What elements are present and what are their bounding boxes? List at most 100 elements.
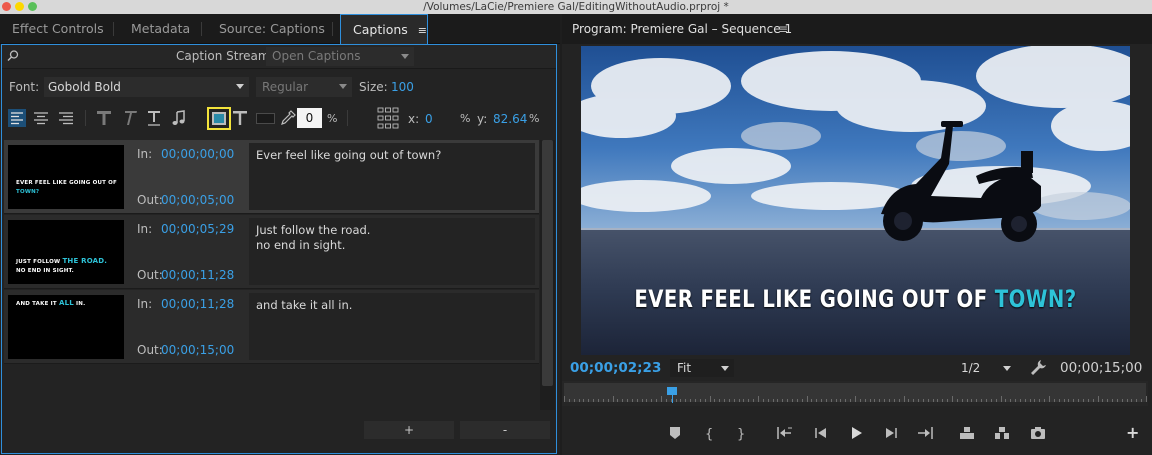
caption-item[interactable]: AND TAKE IT ALL IN. In: 00;00;11;28 Out:… (4, 290, 539, 364)
ruler-tick (937, 399, 939, 402)
caption-stream-select[interactable]: Open Captions (266, 47, 414, 66)
background-color-button[interactable] (207, 107, 231, 130)
step-forward-icon[interactable] (882, 424, 900, 442)
ruler-tick (995, 399, 997, 402)
go-to-out-icon[interactable] (916, 424, 934, 442)
ruler-tick (1039, 399, 1041, 402)
add-caption-button[interactable]: + (364, 421, 454, 439)
ruler-tick (1073, 399, 1075, 402)
font-style-select[interactable]: Regular (256, 77, 352, 97)
program-monitor: Program: Premiere Gal – Sequence 1 ≡ EVE… (562, 14, 1152, 455)
align-left-icon[interactable] (8, 109, 26, 127)
tab-captions[interactable]: Captions ≡ (340, 14, 428, 44)
minimize-window-button[interactable] (15, 2, 24, 11)
ruler-tick (1049, 396, 1050, 402)
playhead[interactable] (667, 387, 678, 395)
resolution-select[interactable]: 1/2 (954, 359, 1016, 377)
ruler-tick (685, 399, 687, 402)
svg-text:{: { (705, 427, 713, 442)
ruler-tick (583, 399, 585, 402)
font-family-select[interactable]: Gobold Bold (44, 77, 249, 97)
extract-icon[interactable] (993, 424, 1011, 442)
mark-out-icon[interactable]: } (732, 424, 750, 442)
tab-source-captions[interactable]: Source: Captions (219, 14, 325, 44)
in-timecode[interactable]: 00;00;05;29 (161, 222, 234, 236)
position-grid-icon[interactable] (377, 107, 399, 129)
caption-item[interactable]: JUST FOLLOW THE ROAD. NO END IN SIGHT. I… (4, 215, 539, 289)
ruler-tick (636, 399, 638, 402)
caption-list-scrollbar[interactable] (540, 140, 555, 410)
bold-icon[interactable] (95, 109, 113, 127)
ruler-tick (879, 399, 881, 402)
ruler-tick (796, 399, 798, 402)
music-note-icon[interactable] (170, 109, 188, 127)
chevron-down-icon (339, 84, 347, 89)
program-monitor-title[interactable]: Program: Premiere Gal – Sequence 1 (572, 22, 792, 36)
lift-icon[interactable] (958, 424, 976, 442)
step-back-icon[interactable] (812, 424, 830, 442)
ruler-tick (845, 399, 847, 402)
ruler-tick (699, 399, 701, 402)
caption-stream-label: Caption Stream: (176, 49, 274, 63)
caption-item[interactable]: EVER FEEL LIKE GOING OUT OF TOWN? In: 00… (4, 140, 539, 214)
opacity-input[interactable]: 0 (297, 108, 322, 128)
caption-text-field[interactable]: and take it all in. (249, 293, 535, 360)
ruler-tick (1116, 399, 1118, 402)
camera-icon[interactable] (1029, 424, 1047, 442)
add-button[interactable]: + (1126, 423, 1139, 442)
zoom-window-button[interactable] (28, 2, 37, 11)
close-window-button[interactable] (2, 2, 11, 11)
eyedropper-icon[interactable] (279, 109, 297, 127)
align-center-icon[interactable] (32, 109, 50, 127)
scrollbar-thumb[interactable] (542, 140, 553, 386)
ruler-tick (1024, 399, 1026, 402)
window-title: /Volumes/LaCie/Premiere Gal/EditingWitho… (423, 1, 729, 13)
x-position-value[interactable]: 0 (425, 112, 433, 126)
caption-list: EVER FEEL LIKE GOING OUT OF TOWN? In: 00… (4, 140, 539, 405)
caption-text-field[interactable]: Ever feel like going out of town? (249, 143, 535, 210)
tab-effect-controls[interactable]: Effect Controls (12, 14, 104, 44)
caption-stream-value: Open Captions (272, 49, 361, 63)
font-size-value[interactable]: 100 (391, 80, 414, 94)
zoom-select[interactable]: Fit (670, 359, 734, 377)
align-right-icon[interactable] (57, 109, 75, 127)
go-to-in-icon[interactable] (776, 424, 794, 442)
video-frame[interactable]: EVER FEEL LIKE GOING OUT OF TOWN? (581, 46, 1130, 355)
time-ruler[interactable] (564, 383, 1147, 402)
current-timecode[interactable]: 00;00;02;23 (570, 360, 661, 376)
x-percent-label: % (460, 112, 471, 125)
chevron-down-icon (401, 54, 409, 59)
ruler-tick (1102, 399, 1104, 402)
y-position-value[interactable]: 82.64 (493, 112, 527, 126)
underline-icon[interactable] (145, 109, 163, 127)
caption-text-field[interactable]: Just follow the road. no end in sight. (249, 218, 535, 285)
ruler-tick (966, 399, 968, 402)
panel-menu-icon[interactable]: ≡ (778, 22, 788, 36)
color-swatch[interactable] (256, 113, 275, 124)
text-color-icon[interactable] (231, 109, 249, 127)
ruler-tick (665, 399, 667, 402)
panel-menu-icon[interactable]: ≡ (418, 24, 427, 37)
ruler-tick (1058, 399, 1060, 402)
ruler-tick (641, 399, 643, 402)
search-icon[interactable] (6, 49, 20, 63)
wrench-icon[interactable] (1030, 359, 1047, 376)
italic-icon[interactable] (120, 109, 138, 127)
ruler-tick (1107, 399, 1109, 402)
in-timecode[interactable]: 00;00;11;28 (161, 297, 234, 311)
font-row: Font: Gobold Bold Regular Size: 100 (2, 75, 556, 99)
ruler-tick (593, 399, 595, 402)
tab-metadata[interactable]: Metadata (131, 14, 190, 44)
ruler-tick (661, 396, 662, 402)
out-timecode[interactable]: 00;00;05;00 (161, 193, 234, 207)
out-timecode[interactable]: 00;00;15;00 (161, 343, 234, 357)
ruler-tick (859, 399, 861, 402)
remove-caption-button[interactable]: - (460, 421, 550, 439)
play-icon[interactable] (847, 424, 865, 442)
out-timecode[interactable]: 00;00;11;28 (161, 268, 234, 282)
mark-in-icon[interactable]: { (700, 424, 718, 442)
in-label: In: (137, 222, 153, 236)
mini-timeline[interactable] (562, 381, 1148, 406)
in-timecode[interactable]: 00;00;00;00 (161, 147, 234, 161)
add-marker-icon[interactable] (666, 424, 684, 442)
